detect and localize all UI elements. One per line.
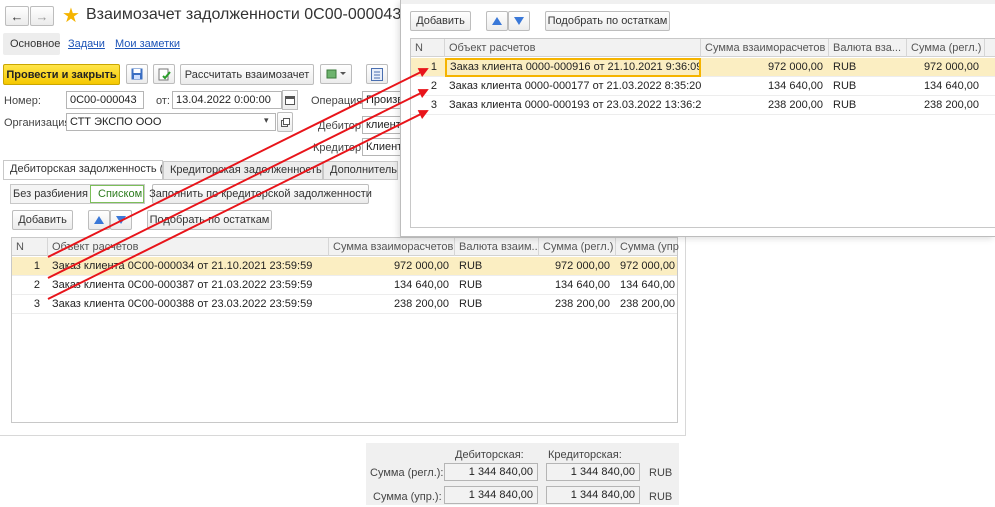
- arrow-row-2: [47, 89, 429, 279]
- arrow-row-1: [47, 68, 429, 258]
- arrow-row-3: [47, 110, 429, 300]
- mapping-arrows: [47, 68, 429, 300]
